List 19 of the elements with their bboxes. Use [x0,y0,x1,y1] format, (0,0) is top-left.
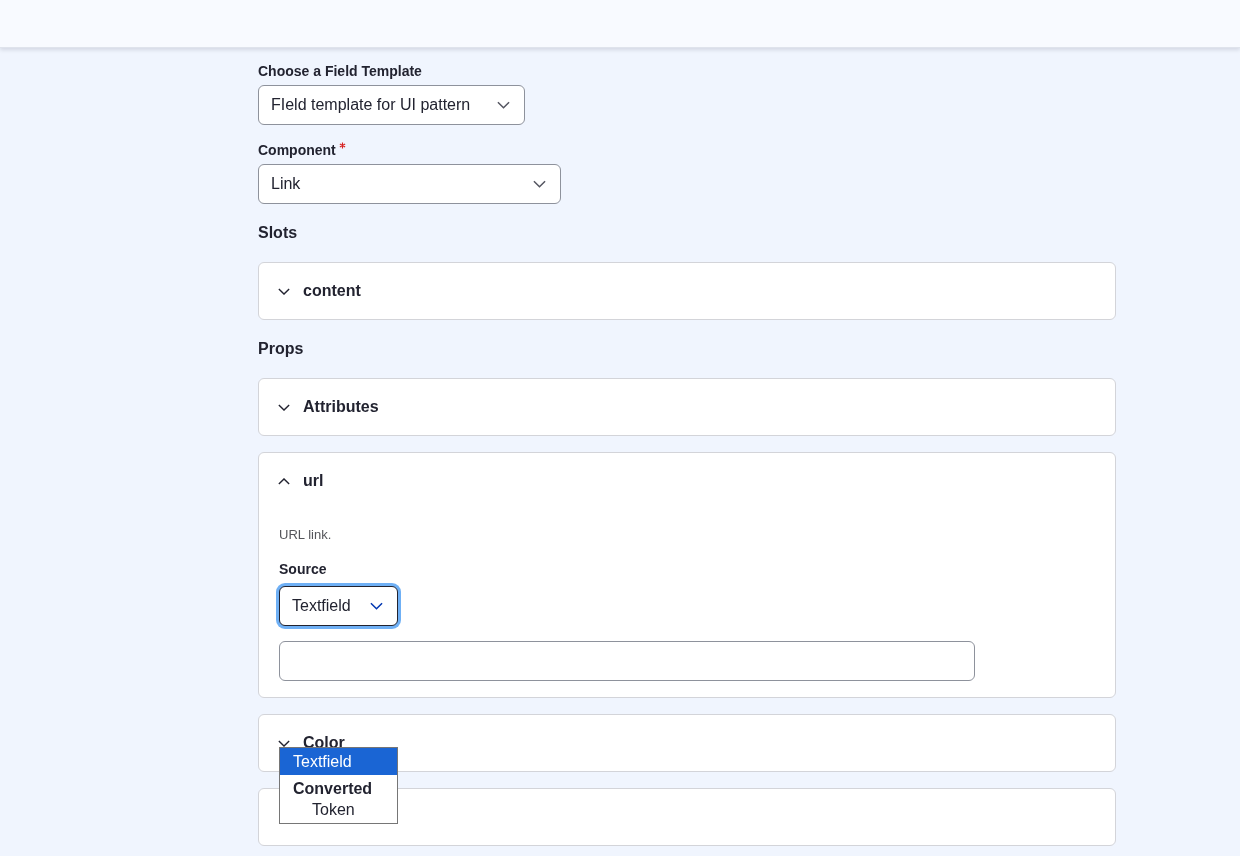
dropdown-option[interactable]: Token [280,798,397,823]
panel-title[interactable]: url [303,472,324,490]
field-label: Component [258,141,336,159]
field-label: Source [279,560,328,578]
select-field[interactable]: FIeld template for UI pattern [258,85,525,125]
section-heading: Props [258,339,305,359]
chevron-down-icon [533,180,546,188]
dropdown-option[interactable]: Textfield [280,748,397,775]
chevron-down-icon [497,101,510,109]
select-field[interactable]: Textfield [279,586,398,626]
select-field[interactable]: Link [258,164,561,204]
option-group-label: Converted [292,779,374,798]
panel-title[interactable]: content [303,282,361,300]
field-label: Choose a Field Template [258,62,423,80]
chevron-down-icon [370,602,383,610]
section-heading: Slots [258,223,299,243]
text-input[interactable] [279,641,975,681]
panel-title[interactable]: Attributes [303,398,379,416]
description-text: URL link. [279,527,333,542]
